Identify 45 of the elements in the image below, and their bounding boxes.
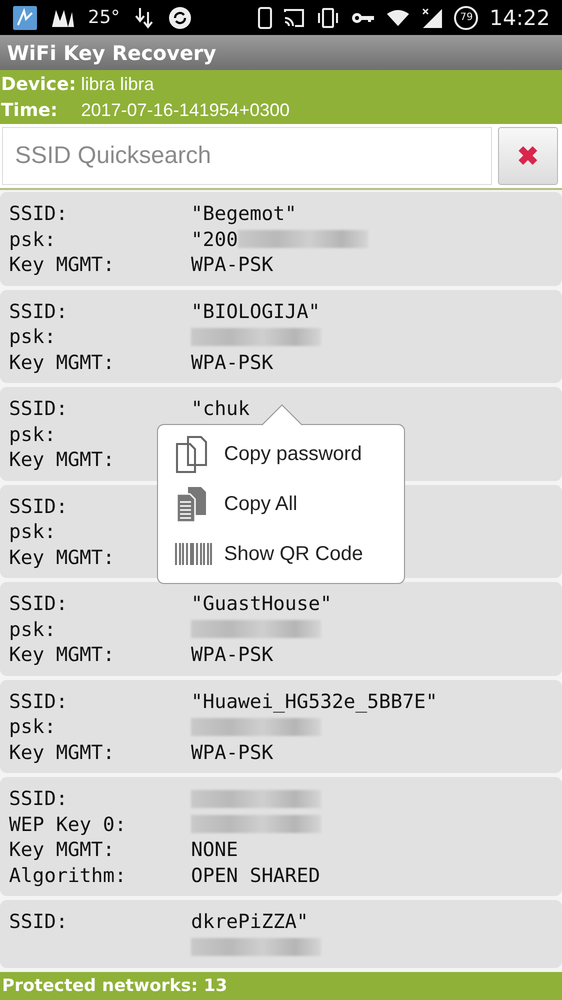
field-label: Key MGMT: xyxy=(9,350,116,374)
field-value: "chuk xyxy=(191,397,250,420)
field-label: Key MGMT: xyxy=(9,838,116,862)
field-label: SSID: xyxy=(9,910,69,934)
field-value: "BIOLOGIJA" xyxy=(191,300,320,323)
field-label: Key MGMT: xyxy=(9,448,116,472)
field-value: "200 xyxy=(191,228,238,251)
field-label: Algorithm: xyxy=(9,864,128,887)
field-label: SSID: xyxy=(9,202,69,226)
battery-icon: 79 xyxy=(454,6,478,30)
info-value: libra libra xyxy=(81,74,154,94)
field-value: WPA-PSK xyxy=(191,643,274,666)
clock: 14:22 xyxy=(489,6,550,30)
field-label: psk: xyxy=(9,228,57,251)
field-label: psk: xyxy=(9,422,57,446)
network-count: Protected networks: 13 xyxy=(2,976,228,996)
field-label: Key MGMT: xyxy=(9,546,116,569)
field-value: WPA-PSK xyxy=(191,253,274,276)
field-label: SSID: xyxy=(9,494,69,518)
field-label: SSID: xyxy=(9,690,69,713)
app-title: WiFi Key Recovery xyxy=(7,40,216,64)
field-label: psk: xyxy=(9,520,57,544)
field-label: SSID: xyxy=(9,300,69,323)
field-value: NONE xyxy=(191,838,238,862)
field-label: SSID: xyxy=(9,397,69,420)
field-label: psk: xyxy=(9,325,57,348)
info-label: Device: xyxy=(0,74,78,94)
field-value: "Begemot" xyxy=(191,202,297,226)
field-label: Key MGMT: xyxy=(9,253,116,276)
field-label: Key MGMT: xyxy=(9,740,116,764)
field-value: WPA-PSK xyxy=(191,740,274,764)
field-value: WPA-PSK xyxy=(191,350,274,374)
field-label: psk: xyxy=(9,715,57,738)
field-value: dkrePiZZA" xyxy=(191,910,308,934)
field-label: SSID: xyxy=(9,592,69,616)
field-label: psk: xyxy=(9,618,57,641)
field-value: OPEN SHARED xyxy=(191,864,320,887)
info-label: Time: xyxy=(0,100,59,120)
info-value: 2017-07-16-141954+0300 xyxy=(81,100,290,120)
field-label: WEP Key 0: xyxy=(9,812,128,836)
field-value: "GuastHouse" xyxy=(191,592,332,616)
field-value: "Huawei_HG532e_5BB7E" xyxy=(191,690,438,713)
field-label: Key MGMT: xyxy=(9,643,116,666)
field-label: SSID: xyxy=(9,787,69,810)
temperature: 25° xyxy=(88,7,120,28)
